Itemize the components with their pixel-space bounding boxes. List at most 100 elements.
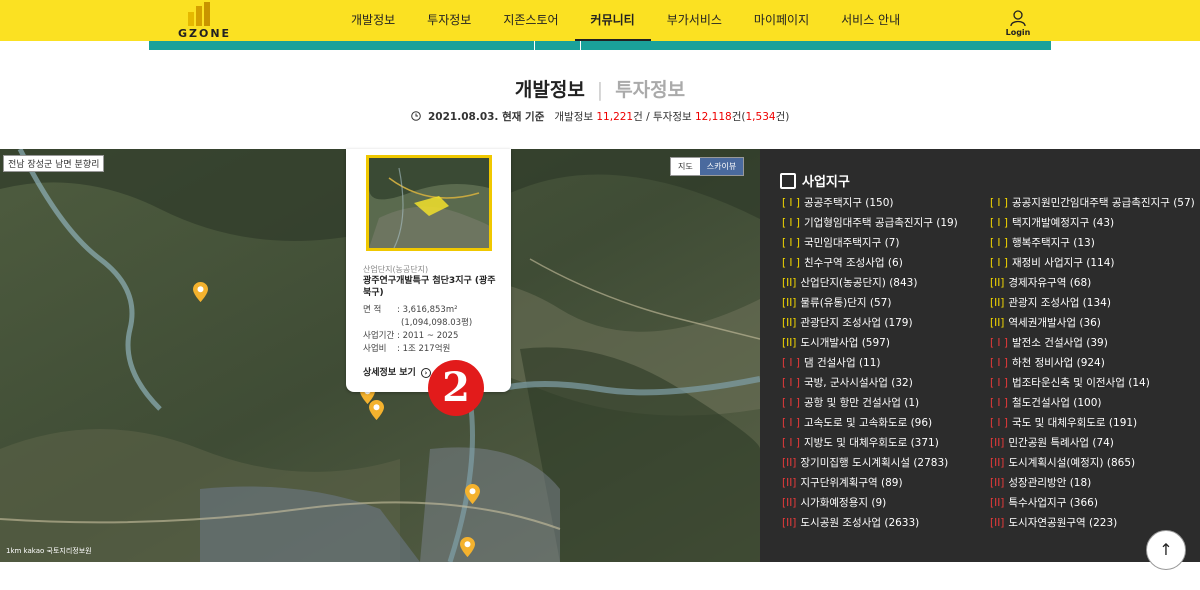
site-details: 면 적: 3,616,853m² (1,094,098.03평) 사업기간: 2…: [363, 304, 472, 356]
legend-item[interactable]: [II] 역세권개발사업 (36): [990, 316, 1195, 336]
nav-service-guide[interactable]: 서비스 안내: [825, 0, 916, 41]
nav-community[interactable]: 커뮤니티: [574, 0, 651, 41]
legend-item-code: [II]: [782, 277, 797, 289]
legend-item[interactable]: [II] 도시계획시설(예정지) (865): [990, 456, 1195, 476]
area-label: 면 적: [363, 305, 382, 315]
legend-item[interactable]: [ I ] 공공주택지구 (150): [782, 196, 958, 216]
legend-item[interactable]: [ I ] 행복주택지구 (13): [990, 236, 1195, 256]
legend-item-label: 지방도 및 대체우회도로 (371): [803, 437, 939, 449]
legend-item[interactable]: [II] 물류(유통)단지 (57): [782, 296, 958, 316]
tab-separator: |: [596, 79, 604, 101]
status-dev-label: 개발정보: [554, 111, 594, 123]
legend-item[interactable]: [ I ] 하천 정비사업 (924): [990, 356, 1195, 376]
region-label: 전남 장성군 남면 분향리: [3, 155, 105, 172]
legend-item[interactable]: [ I ] 국도 및 대체우회도로 (191): [990, 416, 1195, 436]
legend-item[interactable]: [ I ] 법조타운신축 및 이전사업 (14): [990, 376, 1195, 396]
scroll-top-button[interactable]: ↑: [1146, 530, 1186, 570]
legend-item[interactable]: [ I ] 공항 및 항만 건설사업 (1): [782, 396, 958, 416]
legend-item[interactable]: [II] 산업단지(농공단지) (843): [782, 276, 958, 296]
legend-item-label: 장기미집행 도시계획시설 (2783): [800, 457, 949, 469]
legend-item[interactable]: [II] 경제자유구역 (68): [990, 276, 1195, 296]
map-type-skyview[interactable]: 스카이뷰: [699, 158, 744, 175]
legend-item-label: 공공주택지구 (150): [803, 197, 894, 209]
legend-item[interactable]: [ I ] 국민임대주택지구 (7): [782, 236, 958, 256]
legend-item-label: 역세권개발사업 (36): [1008, 317, 1101, 329]
legend-item-label: 재정비 사업지구 (114): [1011, 257, 1115, 269]
nav-invest-info[interactable]: 투자정보: [411, 0, 487, 41]
map-type-road[interactable]: 지도: [671, 158, 700, 175]
legend-item[interactable]: [ I ] 재정비 사업지구 (114): [990, 256, 1195, 276]
nav-extra-services[interactable]: 부가서비스: [651, 0, 738, 41]
map-marker-icon[interactable]: [369, 400, 384, 420]
legend-item-label: 도시공원 조성사업 (2633): [800, 517, 920, 529]
legend-item-code: [ I ]: [990, 337, 1008, 349]
detail-link-label: 상세정보 보기: [363, 368, 416, 378]
nav-dev-info[interactable]: 개발정보: [335, 0, 411, 41]
legend-column-right: [ I ] 공공지원민간임대주택 공급촉진지구 (57)[ I ] 택지개발예정지구…: [990, 196, 1195, 536]
legend-item[interactable]: [II] 도시공원 조성사업 (2633): [782, 516, 958, 536]
legend-item[interactable]: [ I ] 공공지원민간임대주택 공급촉진지구 (57): [990, 196, 1195, 216]
legend-item-label: 성장관리방안 (18): [1008, 477, 1092, 489]
legend-item[interactable]: [ I ] 국방, 군사시설사업 (32): [782, 376, 958, 396]
legend-item-label: 도시계획시설(예정지) (865): [1008, 457, 1136, 469]
legend-item-label: 지구단위계획구역 (89): [800, 477, 903, 489]
legend-item[interactable]: [ I ] 기업형임대주택 공급촉진지구 (19): [782, 216, 958, 236]
cost-value: : 1조 217억원: [397, 344, 451, 354]
legend-item-code: [ I ]: [990, 377, 1008, 389]
login-label: Login: [1005, 28, 1031, 37]
nav-store[interactable]: 지존스토어: [487, 0, 574, 41]
map-marker-icon[interactable]: [193, 282, 208, 302]
legend-item-code: [II]: [990, 497, 1005, 509]
legend-item[interactable]: [ I ] 친수구역 조성사업 (6): [782, 256, 958, 276]
site-category: 산업단지(농공단지): [363, 265, 429, 274]
site-name: 광주연구개발특구 첨단3지구 (광주 북구): [363, 276, 496, 298]
main-nav: 개발정보 투자정보 지존스토어 커뮤니티 부가서비스 마이페이지 서비스 안내: [335, 0, 916, 41]
legend-item-code: [II]: [782, 337, 797, 349]
legend-item[interactable]: [ I ] 지방도 및 대체우회도로 (371): [782, 436, 958, 456]
legend-item-code: [II]: [990, 517, 1005, 529]
legend-item[interactable]: [II] 도시개발사업 (597): [782, 336, 958, 356]
login-button[interactable]: Login: [1003, 10, 1033, 38]
map-type-toggle: 지도 스카이뷰: [670, 157, 745, 176]
nav-mypage[interactable]: 마이페이지: [738, 0, 825, 41]
site-thumbnail-image: [369, 158, 489, 248]
legend-item[interactable]: [II] 민간공원 특례사업 (74): [990, 436, 1195, 456]
legend-item-code: [ I ]: [990, 417, 1008, 429]
detail-link[interactable]: 상세정보 보기 ›: [363, 365, 431, 378]
legend-item[interactable]: [II] 성장관리방안 (18): [990, 476, 1195, 496]
clock-icon: [410, 111, 421, 121]
legend-item[interactable]: [ I ] 발전소 건설사업 (39): [990, 336, 1195, 356]
map-marker-icon[interactable]: [460, 537, 475, 557]
legend-item-label: 공공지원민간임대주택 공급촉진지구 (57): [1011, 197, 1195, 209]
legend-item[interactable]: [II] 관광지 조성사업 (134): [990, 296, 1195, 316]
legend-item[interactable]: [II] 지구단위계획구역 (89): [782, 476, 958, 496]
legend-item-label: 국민임대주택지구 (7): [803, 237, 900, 249]
legend-item[interactable]: [ I ] 택지개발예정지구 (43): [990, 216, 1195, 236]
legend-item-code: [II]: [990, 457, 1005, 469]
legend-item-code: [ I ]: [990, 357, 1008, 369]
area-value: : 3,616,853m²: [397, 305, 458, 315]
legend-item-label: 행복주택지구 (13): [1011, 237, 1095, 249]
legend-item-label: 특수사업지구 (366): [1008, 497, 1098, 509]
period-value: : 2011 ~ 2025: [397, 331, 459, 341]
legend-item-code: [ I ]: [990, 197, 1008, 209]
tab-dev-info[interactable]: 개발정보: [515, 79, 585, 101]
legend-item[interactable]: [II] 관광단지 조성사업 (179): [782, 316, 958, 336]
legend-item[interactable]: [ I ] 댐 건설사업 (11): [782, 356, 958, 376]
legend-item-label: 법조타운신축 및 이전사업 (14): [1011, 377, 1150, 389]
legend-item[interactable]: [II] 시가화예정용지 (9): [782, 496, 958, 516]
map-marker-icon[interactable]: [465, 484, 480, 504]
legend-item[interactable]: [II] 장기미집행 도시계획시설 (2783): [782, 456, 958, 476]
legend-item[interactable]: [ I ] 철도건설사업 (100): [990, 396, 1195, 416]
legend-item[interactable]: [ I ] 고속도로 및 고속화도로 (96): [782, 416, 958, 436]
user-icon: [1010, 10, 1026, 27]
gzone-logo[interactable]: GZONE: [170, 0, 240, 41]
legend-item-label: 물류(유통)단지 (57): [800, 297, 892, 309]
legend-item[interactable]: [II] 특수사업지구 (366): [990, 496, 1195, 516]
legend-item-code: [ I ]: [990, 217, 1008, 229]
legend-item-code: [II]: [782, 497, 797, 509]
status-inv-tail: 건): [775, 111, 790, 123]
tab-invest-info[interactable]: 투자정보: [615, 79, 685, 101]
legend-item-label: 시가화예정용지 (9): [800, 497, 887, 509]
period-label: 사업기간: [363, 331, 395, 341]
